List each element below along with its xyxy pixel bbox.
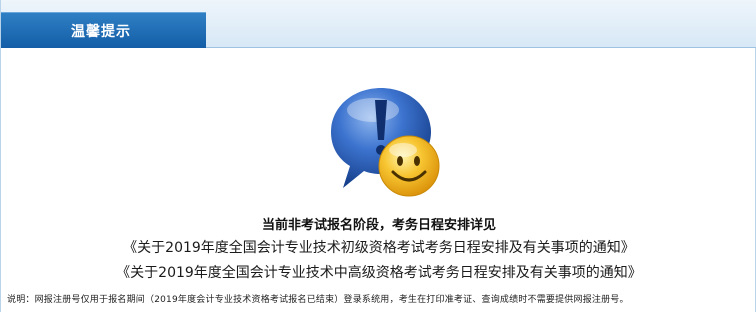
footnote: 说明：网报注册号仅用于报名期间（2019年度会计专业技术资格考试报名已结束）登录… [7, 295, 629, 305]
notice-link-senior[interactable]: 《关于2019年度全国会计专业技术中高级资格考试考务日程安排及有关事项的通知》 [1, 262, 756, 282]
header-title: 温馨提示 [71, 24, 131, 40]
notice-link-junior[interactable]: 《关于2019年度全国会计专业技术初级资格考试考务日程安排及有关事项的通知》 [1, 237, 756, 257]
header-tab: 温馨提示 [1, 12, 206, 48]
question-bubble-smiley-icon [323, 82, 443, 200]
notice-page: 温馨提示 当前非考试报名阶段，考务日程安排详见 《关于2019年度全国会计专业技… [0, 0, 756, 312]
header-bar: 温馨提示 [1, 0, 756, 48]
notice-message: 当前非考试报名阶段，考务日程安排详见 [261, 218, 496, 233]
